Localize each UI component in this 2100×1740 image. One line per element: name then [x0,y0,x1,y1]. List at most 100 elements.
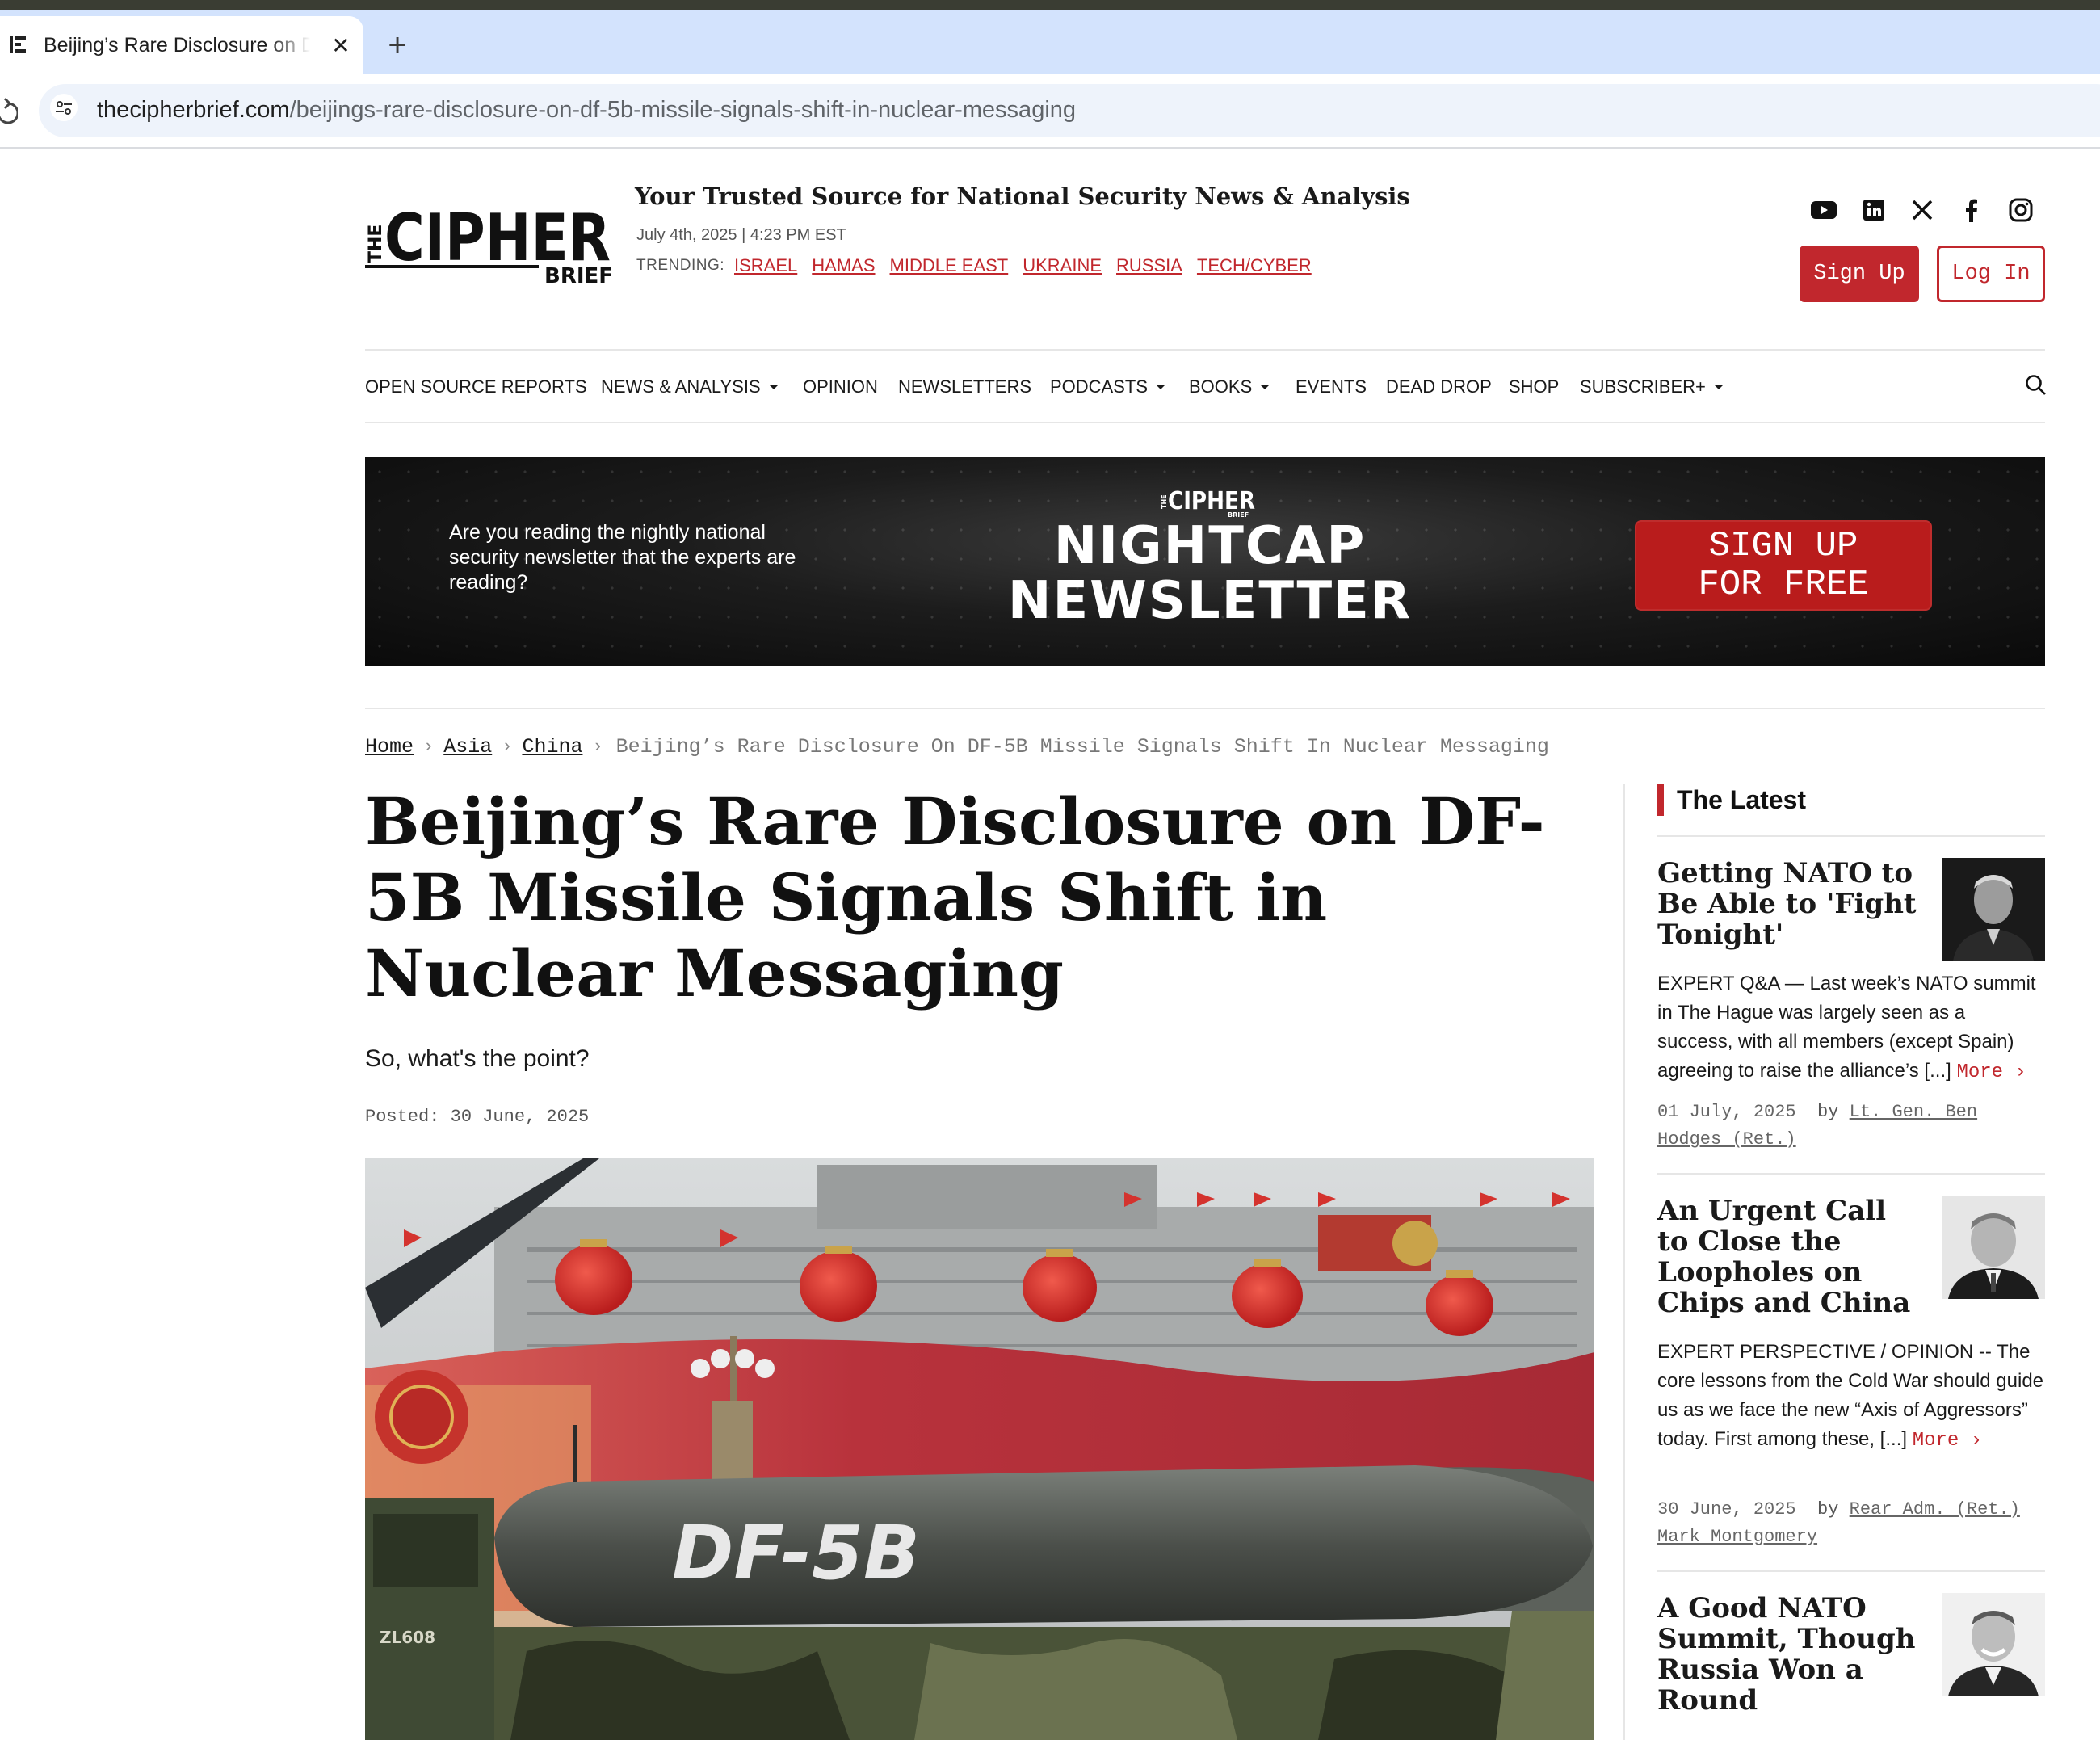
breadcrumb-china[interactable]: China [522,735,582,759]
linkedin-icon[interactable] [1859,195,1888,225]
trending-link-hamas[interactable]: HAMAS [812,255,875,276]
breadcrumb-asia[interactable]: Asia [443,735,492,759]
youtube-icon[interactable] [1809,195,1838,225]
breadcrumb-current: Beijing’s Rare Disclosure On DF-5B Missi… [615,735,1549,759]
svg-text:THE: THE [1161,494,1168,509]
banner-text: Are you reading the nightly national sec… [449,521,796,594]
section-divider [365,708,2045,709]
nav-label: DEAD DROP [1386,376,1492,397]
url-domain: thecipherbrief.com [97,97,290,123]
story-meta: 01 July, 2025 by Lt. Gen. Ben Hodges (Re… [1657,1099,2045,1154]
nav-label: NEWS & ANALYSIS [601,376,761,397]
story-title-link[interactable]: An Urgent Call to Close the Loopholes on… [1657,1196,1922,1318]
svg-text:BRIEF: BRIEF [544,264,612,286]
close-tab-icon[interactable]: ✕ [326,31,355,60]
chevron-right-icon: › [502,737,513,757]
trending-link-israel[interactable]: ISRAEL [734,255,797,276]
banner-title-line1: NIGHTCAP [1053,516,1367,576]
trending-label: TRENDING: [636,257,724,274]
breadcrumb-home[interactable]: Home [365,735,414,759]
cipher-brief-logo[interactable]: THE CIPHER BRIEF [365,200,612,286]
nav-newsletters[interactable]: NEWSLETTERS [898,376,1031,397]
story-divider [1657,1570,2045,1572]
story-thumbnail[interactable] [1942,1593,2045,1696]
nav-subscriber-plus[interactable]: SUBSCRIBER+ [1580,376,1724,397]
hero-vehicle-label: ZL608 [380,1628,435,1647]
nightcap-newsletter-banner[interactable]: Are you reading the nightly national sec… [365,457,2045,666]
x-icon[interactable] [1908,195,1937,225]
trending-link-middle-east[interactable]: MIDDLE EAST [890,255,1009,276]
site-settings-icon[interactable] [50,94,78,121]
banner-cipher-logo: THE CIPHER BRIEF [1161,487,1255,519]
tab-bar: Beijing’s Rare Disclosure on DF-5B Missi… [0,10,2100,74]
url-path: /beijings-rare-disclosure-on-df-5b-missi… [289,97,1077,123]
story-meta: 30 June, 2025 by Rear Adm. (Ret.) Mark M… [1657,1496,2045,1551]
trending-link-tech-cyber[interactable]: TECH/CYBER [1197,255,1312,276]
story-date: 01 July, 2025 [1657,1102,1796,1122]
author-portrait [1942,1196,2045,1299]
svg-text:THE: THE [366,225,386,263]
story-summary: EXPERT PERSPECTIVE / OPINION -- The core… [1657,1338,2045,1456]
nav-label: OPINION [803,376,878,397]
trending-link-russia[interactable]: RUSSIA [1116,255,1182,276]
article-posted-date: Posted: 30 June, 2025 [365,1107,590,1127]
breadcrumb: Home › Asia › China › Beijing’s Rare Dis… [365,735,1549,759]
story-title-link[interactable]: Getting NATO to Be Able to 'Fight Tonigh… [1657,858,1922,950]
nav-news-analysis[interactable]: NEWS & ANALYSIS [601,376,779,397]
story-more-link[interactable]: More › [1913,1430,1982,1452]
the-latest-header: The Latest [1657,784,2045,837]
active-tab[interactable]: Beijing’s Rare Disclosure on DF-5B Missi… [0,16,363,74]
sign-up-button[interactable]: Sign Up [1800,246,1919,302]
more-label: More [1956,1061,2004,1083]
article-hero-image: DF-5B ZL608 [365,1158,1594,1740]
nav-label: SUBSCRIBER+ [1580,376,1706,397]
nav-books[interactable]: BOOKS [1189,376,1270,397]
author-portrait [1942,858,2045,961]
more-label: More [1912,1430,1959,1452]
nav-label: NEWSLETTERS [898,376,1032,397]
banner-signup-button[interactable]: SIGN UP FOR FREE [1635,520,1932,611]
story-divider [1657,1173,2045,1175]
search-icon[interactable] [2024,373,2048,397]
caret-down-icon [1713,385,1724,389]
nav-label: BOOKS [1189,376,1253,397]
main-navigation: OPEN SOURCE REPORTS NEWS & ANALYSIS OPIN… [365,349,2048,423]
article-headline: Beijing’s Rare Disclosure on DF-5B Missi… [365,784,1545,1011]
chevron-right-icon: › [423,737,435,757]
hero-photo-illustration: DF-5B ZL608 [365,1158,1594,1740]
author-portrait [1942,1593,2045,1696]
chevron-right-icon: › [592,737,603,757]
caret-down-icon [1156,385,1166,389]
instagram-icon[interactable] [2006,195,2035,225]
nav-open-source-reports[interactable]: OPEN SOURCE REPORTS [365,376,587,397]
story-thumbnail[interactable] [1942,858,2045,961]
nav-events[interactable]: EVENTS [1296,376,1367,397]
story-date: 30 June, 2025 [1657,1499,1796,1519]
nav-label: SHOP [1509,376,1560,397]
sidebar-separator [1623,784,1625,1740]
story-title-link[interactable]: A Good NATO Summit, Though Russia Won a … [1657,1593,1922,1716]
caret-down-icon [768,385,779,389]
facebook-icon[interactable] [1956,195,1985,225]
log-in-button[interactable]: Log In [1937,246,2045,302]
banner-title-line2: NEWSLETTER [1007,571,1413,631]
cipher-favicon-icon [10,36,26,53]
trending-link-ukraine[interactable]: UKRAINE [1023,255,1102,276]
nav-dead-drop[interactable]: DEAD DROP [1386,376,1492,397]
nav-opinion[interactable]: OPINION [803,376,878,397]
story-thumbnail[interactable] [1942,1196,2045,1299]
banner-cta-line2: FOR FREE [1698,565,1869,605]
the-latest-title: The Latest [1677,785,1807,814]
hero-missile-label: DF-5B [672,1510,920,1596]
banner-cta-line1: SIGN UP [1708,526,1858,566]
trending-bar: TRENDING: ISRAEL HAMAS MIDDLE EAST UKRAI… [636,255,1326,276]
story-more-link[interactable]: More › [1956,1061,2026,1083]
nav-podcasts[interactable]: PODCASTS [1050,376,1166,397]
nav-shop[interactable]: SHOP [1509,376,1559,397]
url-text[interactable]: thecipherbrief.com/beijings-rare-disclos… [97,97,1076,124]
site-tagline: Your Trusted Source for National Securit… [635,183,1410,210]
reload-icon[interactable] [0,95,18,128]
latest-accent-bar [1657,784,1664,816]
byline-label: by [1817,1499,1839,1519]
new-tab-button[interactable]: + [380,27,415,63]
